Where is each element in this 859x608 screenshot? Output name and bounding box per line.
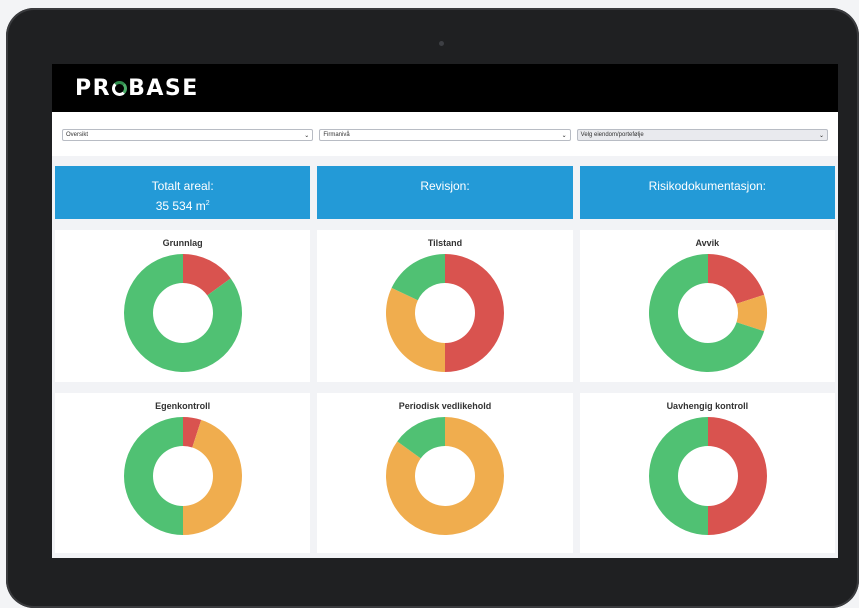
chevron-down-icon: ⌄ xyxy=(561,132,567,139)
donut-slice-orange[interactable] xyxy=(386,287,446,372)
property-select[interactable]: Velg eiendom/portefølje ⌄ xyxy=(576,129,828,141)
chart-row-2: Egenkontroll Periodisk vedlikehold Uavhe… xyxy=(52,382,838,553)
level-select[interactable]: Firmanivå ⌄ xyxy=(319,129,571,141)
chevron-down-icon: ⌄ xyxy=(304,132,310,139)
chart-card-avvik[interactable]: Avvik xyxy=(579,230,835,382)
view-select[interactable]: Oversikt ⌄ xyxy=(62,129,314,141)
chart-card-uavhengig-kontroll[interactable]: Uavhengig kontroll xyxy=(579,393,835,553)
camera-dot xyxy=(439,41,444,46)
level-select-value: Firmanivå xyxy=(323,132,350,138)
property-select-value: Velg eiendom/portefølje xyxy=(580,132,644,138)
donut-chart xyxy=(124,254,242,372)
donut-chart xyxy=(386,417,505,535)
chart-card-tilstand[interactable]: Tilstand xyxy=(317,230,573,382)
kpi-total-area[interactable]: Totalt areal: 35 534 m2 xyxy=(55,166,311,219)
chart-title: Avvik xyxy=(695,238,720,248)
chart-title: Uavhengig kontroll xyxy=(666,401,749,411)
chart-card-periodisk-vedlikehold[interactable]: Periodisk vedlikehold xyxy=(317,393,573,553)
probase-logo[interactable]: PR BASE xyxy=(75,76,199,101)
app-screen: PR BASE Oversikt ⌄ Firmanivå ⌄ Velg eiend… xyxy=(52,64,838,558)
kpi-label: Totalt areal: xyxy=(151,179,214,193)
logo-text: PR xyxy=(75,75,112,101)
filter-bar: Oversikt ⌄ Firmanivå ⌄ Velg eiendom/port… xyxy=(52,112,838,156)
donut-slice-red[interactable] xyxy=(707,254,764,304)
chart-card-egenkontroll[interactable]: Egenkontroll xyxy=(55,393,311,553)
logo-text-tail: BASE xyxy=(128,75,199,101)
donut-slice-green[interactable] xyxy=(124,417,183,535)
top-bar: PR BASE xyxy=(52,64,838,112)
chart-card-grunnlag[interactable]: Grunnlag xyxy=(55,230,311,382)
kpi-row: Totalt areal: 35 534 m2 Revisjon: Risiko… xyxy=(52,156,838,219)
donut-chart xyxy=(648,254,767,372)
chart-title: Egenkontroll xyxy=(155,401,211,411)
donut-chart xyxy=(124,417,243,535)
kpi-value: 35 534 m2 xyxy=(155,199,210,213)
kpi-label: Risikodokumentasjon: xyxy=(648,179,767,193)
donut-chart xyxy=(386,254,505,372)
donut-chart xyxy=(648,417,767,535)
kpi-risk-documentation[interactable]: Risikodokumentasjon: xyxy=(579,166,835,219)
kpi-revision[interactable]: Revisjon: xyxy=(317,166,573,219)
kpi-label: Revisjon: xyxy=(420,179,470,193)
logo-o-icon xyxy=(112,80,128,96)
donut-slice-red[interactable] xyxy=(707,417,767,535)
chevron-down-icon: ⌄ xyxy=(818,132,824,139)
view-select-value: Oversikt xyxy=(66,132,89,138)
donut-slice-red[interactable] xyxy=(445,254,505,372)
chart-title: Grunnlag xyxy=(162,238,203,248)
donut-slice-green[interactable] xyxy=(648,417,708,535)
chart-title: Periodisk vedlikehold xyxy=(398,401,492,411)
chart-row-1: Grunnlag Tilstand Avvik xyxy=(52,219,838,382)
laptop-frame: PR BASE Oversikt ⌄ Firmanivå ⌄ Velg eiend… xyxy=(6,8,859,608)
chart-title: Tilstand xyxy=(427,238,463,248)
